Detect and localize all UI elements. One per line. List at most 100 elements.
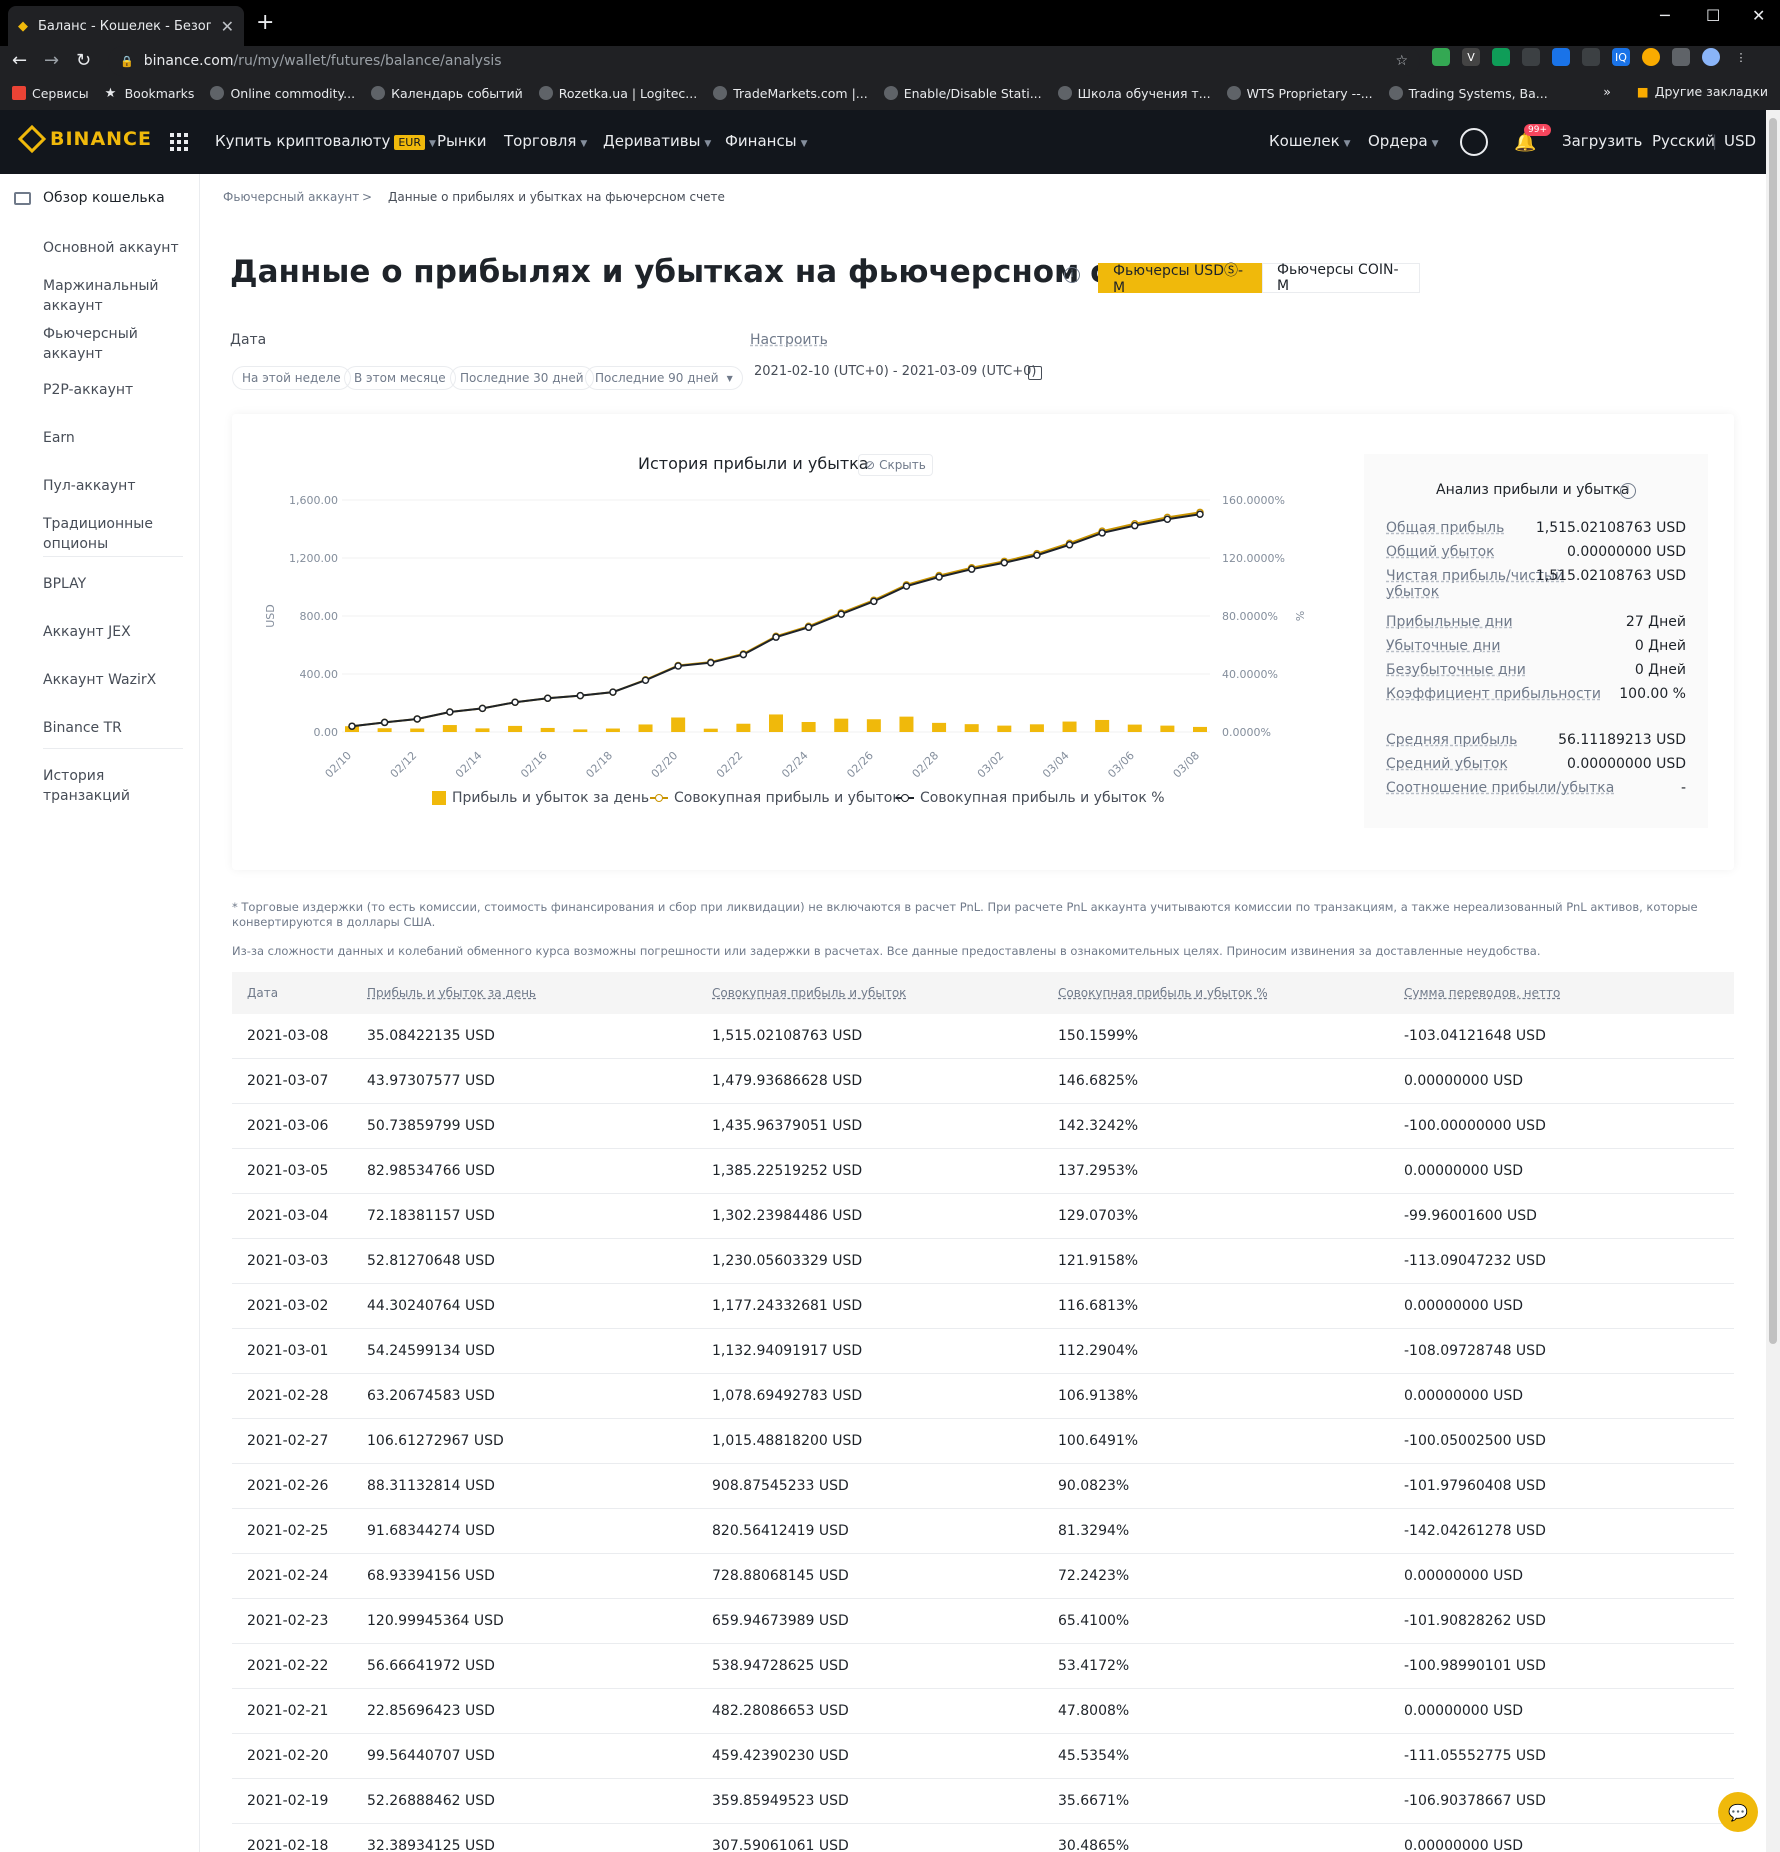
table-cell: 0.00000000 USD [1404, 1163, 1523, 1179]
minimize-icon[interactable]: ─ [1660, 6, 1670, 25]
bookmark-star-icon[interactable]: ☆ [1395, 53, 1408, 69]
nav-derivatives[interactable]: Деривативы ▼ [603, 132, 711, 150]
nav-trade[interactable]: Торговля ▼ [504, 132, 587, 150]
analysis-metric-label[interactable]: Средняя прибыль [1386, 732, 1517, 748]
kebab-menu-icon[interactable]: ⋮ [1732, 48, 1750, 66]
sidebar-item[interactable]: История транзакций [43, 766, 193, 806]
analysis-metric-label[interactable]: Соотношение прибыли/убытка [1386, 780, 1614, 796]
scrollbar-thumb[interactable] [1769, 118, 1777, 1344]
customize-link[interactable]: Настроить [750, 332, 828, 348]
sidebar-item[interactable]: P2P-аккаунт [43, 380, 193, 400]
extension-icon[interactable] [1432, 48, 1450, 66]
analysis-metric-label[interactable]: Общий убыток [1386, 544, 1495, 560]
bookmark-item[interactable]: Rozetka.ua | Logitec... [538, 86, 697, 101]
sidebar-item[interactable]: Аккаунт JEX [43, 622, 193, 642]
binance-logo[interactable]: BINANCE [17, 124, 152, 154]
nav-finance[interactable]: Финансы ▼ [725, 132, 807, 150]
bookmark-item[interactable]: TradeMarkets.com |... [713, 86, 868, 101]
nav-currency[interactable]: USD [1724, 132, 1756, 150]
nav-wallet[interactable]: Кошелек ▼ [1269, 132, 1351, 150]
page-scrollbar[interactable] [1766, 110, 1780, 1852]
info-icon[interactable]: i [1620, 483, 1636, 499]
extension-icon[interactable] [1522, 48, 1540, 66]
sidebar-item[interactable]: Аккаунт WazirX [43, 670, 193, 690]
table-cell: 45.5354% [1058, 1748, 1130, 1764]
bookmark-item[interactable]: Календарь событий [371, 86, 523, 101]
close-tab-icon[interactable]: ✕ [221, 17, 234, 36]
address-bar[interactable]: 🔒 binance.com/ru/my/wallet/futures/balan… [108, 46, 1420, 76]
more-bookmarks-chevron[interactable]: » [1603, 84, 1611, 99]
legend-cumulative-pnl-pct[interactable]: Совокупная прибыль и убыток % [896, 790, 1165, 806]
nav-markets[interactable]: Рынки [437, 132, 487, 150]
tab-title: Баланс - Кошелек - Безопаснос [38, 18, 211, 34]
sidebar-item[interactable]: Фьючерсный аккаунт [43, 324, 193, 364]
sidebar-item[interactable]: Пул-аккаунт [43, 476, 193, 496]
sidebar-item[interactable]: BPLAY [43, 574, 193, 594]
maximize-icon[interactable]: ☐ [1706, 6, 1720, 25]
filter-last-90-days[interactable]: Последние 90 дней ▼ [585, 366, 743, 390]
legend-daily-pnl[interactable]: Прибыль и убыток за день [432, 790, 649, 806]
col-cumulative-pnl-pct[interactable]: Совокупная прибыль и убыток % [1058, 986, 1268, 1000]
analysis-metric-label[interactable]: Коэффициент прибыльности [1386, 686, 1601, 702]
bookmark-item[interactable]: Enable/Disable Stati... [883, 86, 1042, 101]
chat-support-icon[interactable]: 💬 [1718, 1792, 1758, 1832]
bookmark-item[interactable]: Online commodity... [210, 86, 355, 101]
sidebar-item-overview[interactable]: Обзор кошелька [43, 188, 165, 208]
legend-cumulative-pnl[interactable]: Совокупная прибыль и убыток [650, 790, 901, 806]
extension-icon[interactable] [1552, 48, 1570, 66]
sidebar-item[interactable]: Маржинальный аккаунт [43, 276, 193, 316]
forward-icon[interactable]: → [44, 50, 59, 71]
filter-this-month[interactable]: В этом месяце [344, 366, 456, 390]
bookmark-item[interactable]: Trading Systems, Ba... [1388, 86, 1548, 101]
info-icon[interactable]: i [1064, 267, 1080, 283]
analysis-metric-value: 0 Дней [1634, 638, 1686, 654]
nav-language[interactable]: Русский [1652, 132, 1715, 150]
new-tab-icon[interactable]: + [256, 10, 274, 35]
extension-v-icon[interactable]: V [1462, 48, 1480, 66]
bookmark-item[interactable]: WTS Proprietary --... [1226, 86, 1373, 101]
analysis-metric-label[interactable]: Средний убыток [1386, 756, 1508, 772]
col-net-transfers[interactable]: Сумма переводов, нетто [1404, 986, 1560, 1000]
reload-icon[interactable]: ↻ [76, 50, 91, 71]
extension-iq-icon[interactable]: IQ [1612, 48, 1630, 66]
profile-avatar-icon[interactable] [1702, 48, 1720, 66]
other-bookmarks[interactable]: » ■ Другие закладки [1603, 84, 1768, 99]
nav-orders[interactable]: Ордера ▼ [1368, 132, 1439, 150]
tab-coinm-futures[interactable]: Фьючерсы COIN-M [1262, 262, 1420, 294]
extension-icon[interactable] [1492, 48, 1510, 66]
browser-tab[interactable]: ◆ Баланс - Кошелек - Безопаснос ✕ [8, 6, 244, 46]
bookmark-item[interactable]: Сервисы [12, 86, 89, 101]
puzzle-icon[interactable] [1672, 48, 1690, 66]
nav-buy-crypto[interactable]: Купить криптовалюту EUR ▼ [215, 132, 436, 150]
close-window-icon[interactable]: ✕ [1752, 6, 1765, 25]
analysis-metric-label[interactable]: Убыточные дни [1386, 638, 1500, 654]
col-cumulative-pnl[interactable]: Совокупная прибыль и убыток [712, 986, 906, 1000]
extension-icon[interactable] [1582, 48, 1600, 66]
extension-icon[interactable] [1642, 48, 1660, 66]
table-cell: 146.6825% [1058, 1073, 1139, 1089]
analysis-metric-label[interactable]: Прибыльные дни [1386, 614, 1513, 630]
sidebar-item[interactable]: Основной аккаунт [43, 238, 193, 258]
breadcrumb-parent[interactable]: Фьючерсный аккаунт [223, 190, 359, 204]
sidebar-item[interactable]: Binance TR [43, 718, 193, 738]
filter-this-week[interactable]: На этой неделе [232, 366, 351, 390]
nav-download[interactable]: Загрузить [1562, 132, 1642, 150]
filter-last-30-days[interactable]: Последние 30 дней [450, 366, 594, 390]
analysis-metric-label[interactable]: Безубыточные дни [1386, 662, 1526, 678]
user-profile-icon[interactable] [1460, 128, 1488, 156]
sidebar-item[interactable]: Earn [43, 428, 193, 448]
calendar-icon[interactable] [1028, 366, 1042, 380]
apps-grid-icon[interactable] [170, 133, 188, 151]
back-icon[interactable]: ← [12, 50, 27, 71]
tab-usdm-futures[interactable]: Фьючерсы USDⓈ-M [1098, 263, 1262, 296]
sidebar-item[interactable]: Традиционные опционы [43, 514, 193, 554]
bookmark-item[interactable]: ★ Bookmarks [105, 86, 195, 102]
col-daily-pnl[interactable]: Прибыль и убыток за день [367, 986, 536, 1000]
hide-chart-button[interactable]: ⊘ Скрыть [858, 454, 933, 476]
x-tick-label: 02/24 [779, 749, 811, 780]
bookmark-favicon-icon [1057, 86, 1072, 100]
y-tick-label: 800.00 [300, 610, 339, 623]
date-range-display[interactable]: 2021-02-10 (UTC+0) - 2021-03-09 (UTC+0) [754, 364, 1036, 379]
analysis-metric-label[interactable]: Общая прибыль [1386, 520, 1504, 536]
bookmark-item[interactable]: Школа обучения т... [1057, 86, 1211, 101]
